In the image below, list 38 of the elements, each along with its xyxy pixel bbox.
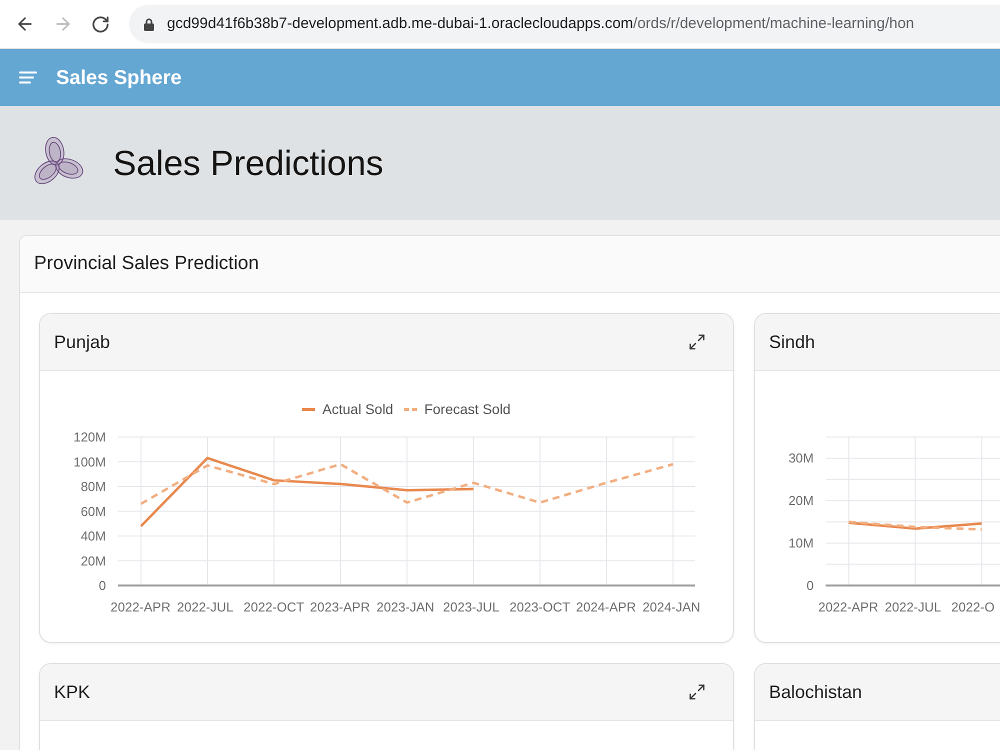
y-axis-label: 20M — [80, 553, 106, 568]
card-title: Punjab — [54, 330, 110, 354]
y-axis-label: 60M — [80, 504, 106, 519]
x-axis-label: 2022-O — [951, 600, 995, 614]
x-axis-label: 2022-OCT — [244, 600, 304, 614]
x-axis-label: 2024-JAN — [642, 600, 700, 614]
expand-icon[interactable] — [688, 683, 706, 701]
expand-icon[interactable] — [688, 333, 706, 351]
region-title: Provincial Sales Prediction — [34, 252, 259, 276]
x-axis-label: 2023-JAN — [376, 600, 434, 614]
legend-item[interactable]: Actual Sold — [302, 402, 394, 416]
reload-icon[interactable] — [91, 14, 110, 34]
url-text: gcd99d41f6b38b7-development.adb.me-dubai-1.oraclecloudapps.com/ords/r/development/machine-learning/hon — [167, 14, 914, 34]
lock-icon — [144, 18, 154, 30]
y-axis-label: 100M — [73, 454, 106, 470]
y-axis-label: 0 — [806, 578, 814, 593]
y-axis-label: 80M — [80, 479, 106, 494]
y-axis-label: 20M — [788, 493, 814, 508]
url-field[interactable]: gcd99d41f6b38b7-development.adb.me-dubai-1.oraclecloudapps.com/ords/r/development/machine-learning/hon — [129, 5, 1000, 43]
x-axis-label: 2022-APR — [110, 600, 170, 614]
y-axis-label: 120M — [73, 430, 106, 444]
x-axis-label: 2022-JUL — [177, 600, 234, 614]
x-axis-label: 2022-JUL — [884, 600, 942, 614]
x-axis-label: 2023-JUL — [443, 600, 500, 614]
x-axis-label: 2023-OCT — [510, 600, 570, 614]
y-axis-label: 10M — [788, 536, 814, 551]
x-axis-label: 2024-APR — [576, 600, 636, 614]
card-title: Sindh — [769, 330, 816, 354]
card-title: Balochistan — [769, 680, 862, 704]
legend-item[interactable]: Forecast Sold — [404, 402, 511, 416]
x-axis-label: 2023-APR — [310, 600, 370, 614]
y-axis-label: 40M — [80, 528, 106, 544]
menu-icon[interactable] — [19, 71, 37, 84]
y-axis-label: 0 — [98, 578, 106, 593]
page-title: Sales Predictions — [113, 146, 384, 180]
card-title: KPK — [54, 680, 90, 704]
y-axis-label: 30M — [788, 450, 814, 466]
x-axis-label: 2022-APR — [818, 600, 878, 614]
